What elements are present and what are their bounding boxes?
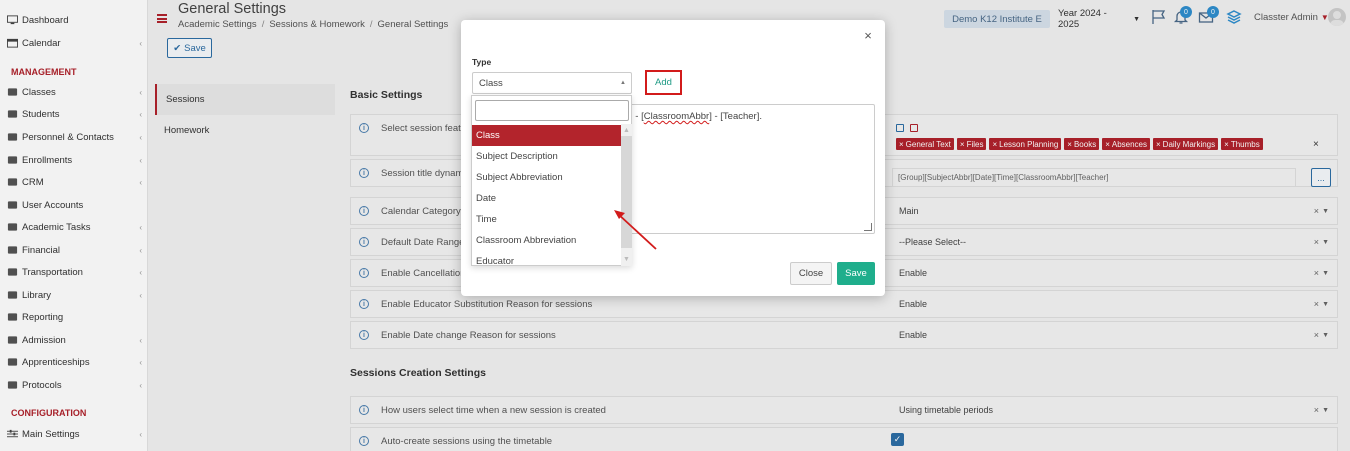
text-part: ] - [ [630,111,644,122]
dropdown-search-input[interactable] [475,100,629,121]
add-button[interactable]: Add [645,70,682,95]
type-label: Type [472,57,492,67]
dropdown-option[interactable]: Subject Description [472,146,621,167]
caret-up-icon: ▲ [620,80,626,86]
dropdown-option[interactable]: Educator [472,251,621,272]
resize-handle[interactable] [864,223,872,231]
dropdown-option[interactable]: Date [472,188,621,209]
dropdown-option[interactable]: Classroom Abbreviation [472,230,621,251]
select-value: Class [479,77,503,89]
annotation-arrow [614,210,657,250]
dropdown-option[interactable]: Class [472,125,621,146]
dropdown-option[interactable]: Subject Abbreviation [472,167,621,188]
textarea-text: ] - [ClassroomAbbr] - [Teacher]. [630,111,762,122]
spellcheck-word: ClassroomAbbr [643,111,710,122]
close-icon[interactable]: × [862,29,874,42]
text-part: ] - [Teacher]. [709,111,763,122]
scroll-down-icon[interactable]: ▼ [621,254,632,265]
type-select[interactable]: Class ▲ [472,72,632,94]
dropdown-option[interactable]: Time [472,209,621,230]
scroll-up-icon[interactable]: ▲ [621,125,632,136]
modal-save-button[interactable]: Save [837,262,875,285]
close-button[interactable]: Close [790,262,832,285]
